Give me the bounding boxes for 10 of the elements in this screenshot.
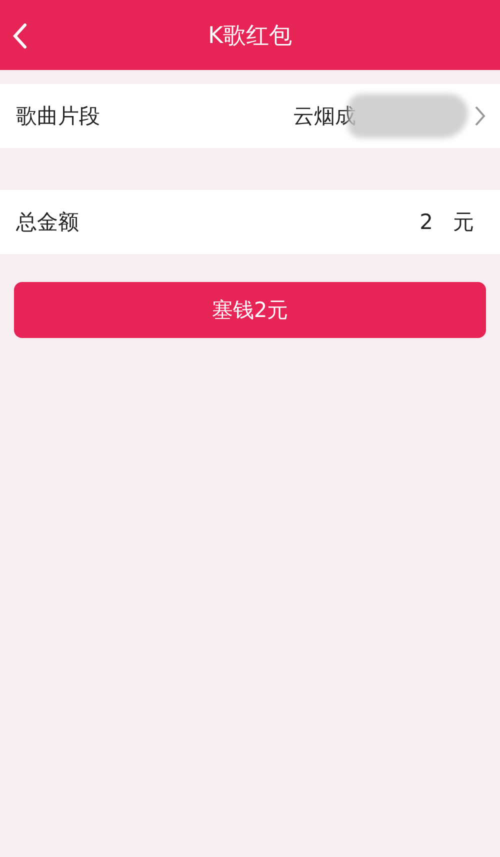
- song-label: 歌曲片段: [16, 103, 100, 130]
- song-row[interactable]: 歌曲片段 云烟成: [0, 84, 500, 148]
- page-title: K歌红包: [208, 22, 292, 50]
- pay-button[interactable]: 塞钱2元: [14, 282, 486, 338]
- amount-label: 总金额: [16, 209, 79, 236]
- currency-unit: 元: [453, 209, 474, 236]
- amount-value: 2: [420, 210, 433, 234]
- chevron-icon: [474, 105, 486, 127]
- back-icon: [12, 22, 28, 50]
- song-value: 云烟成: [293, 103, 356, 130]
